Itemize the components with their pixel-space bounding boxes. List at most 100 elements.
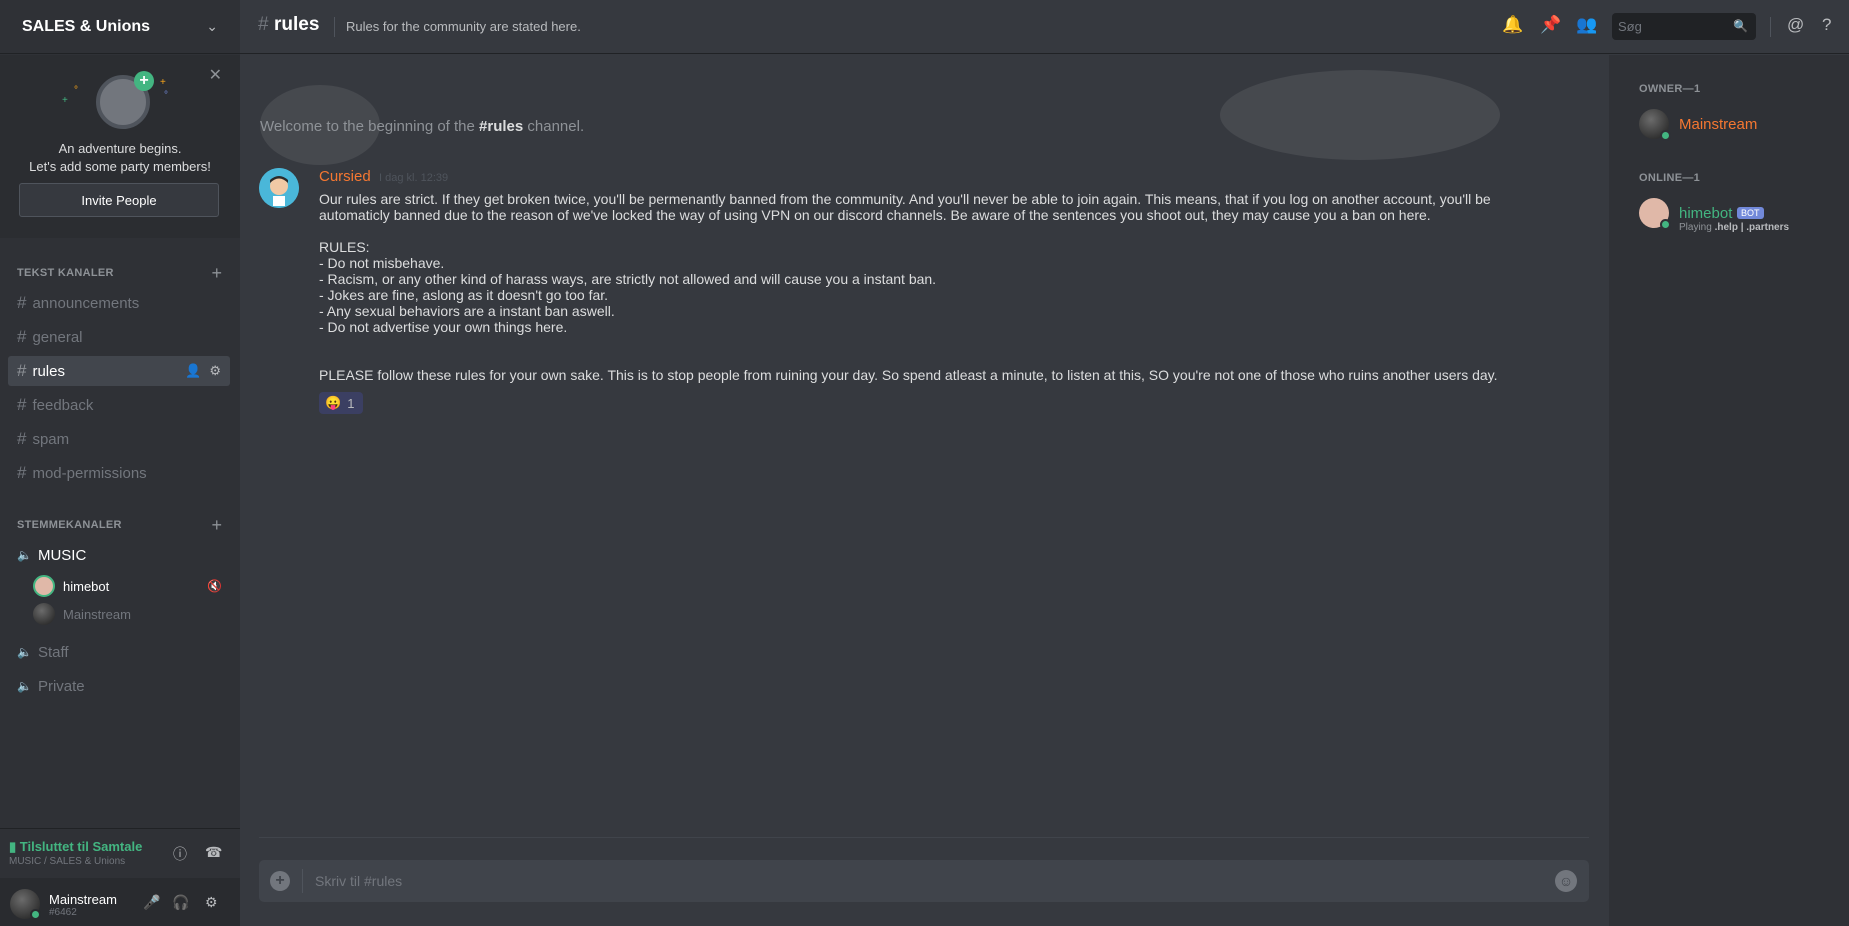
welcome-background-illustration [260, 70, 1500, 165]
channel-label: feedback [32, 396, 94, 414]
invite-text: An adventure begins. Let's add some part… [0, 140, 240, 176]
divider [259, 837, 1589, 838]
message-input[interactable]: Skriv til #rules [315, 860, 402, 902]
sparkle-icon: ° [74, 85, 78, 96]
voice-status-text: Tilsluttet til Samtale [19, 839, 143, 854]
channel-tools: 👤 ⚙ [185, 363, 221, 379]
voice-channel-label: Staff [37, 643, 69, 661]
welcome-channel: #rules [479, 118, 524, 135]
channel-feedback[interactable]: # feedback [8, 390, 230, 420]
speaker-icon: 🔈 [17, 645, 32, 659]
disconnect-icon[interactable]: ☎ [205, 844, 222, 861]
online-status-icon [1660, 130, 1671, 141]
welcome-suffix: channel. [523, 118, 585, 135]
voice-user-name: himebot [63, 578, 110, 594]
discord-app: SALES & Unions ⌄ ✕ + ° + ° + An adventur… [0, 0, 1849, 926]
invite-people-button[interactable]: Invite People [19, 183, 219, 217]
channel-label: announcements [32, 294, 140, 312]
microphone-icon[interactable]: 🎤 [143, 894, 160, 911]
voice-user-mainstream[interactable]: Mainstream [33, 601, 230, 627]
party-avatar-icon: + [96, 71, 154, 129]
channel-topic: Rules for the community are stated here. [346, 19, 581, 34]
divider [334, 17, 335, 37]
channel-announcements[interactable]: # announcements [8, 288, 230, 318]
hash-icon: # [17, 395, 27, 414]
channel-label: mod-permissions [32, 464, 147, 482]
member-himebot[interactable]: himebot BOT Playing .help | .partners [1639, 198, 1839, 234]
info-icon[interactable]: ⓘ [173, 844, 187, 864]
hash-icon: # [17, 293, 27, 312]
upload-plus-icon[interactable]: + [270, 871, 290, 891]
mute-icon: 🔇 [207, 579, 222, 593]
member-name: himebot [1679, 205, 1733, 222]
invite-panel: ✕ + ° + ° + An adventure begins. Let's a… [0, 55, 240, 238]
emoji-picker-icon[interactable]: ☺ [1555, 870, 1577, 892]
bot-badge: BOT [1737, 207, 1764, 219]
add-channel-icon[interactable]: + [211, 515, 222, 536]
channel-welcome: Welcome to the beginning of the #rules c… [260, 118, 584, 135]
hash-icon: # [17, 463, 27, 482]
welcome-prefix: Welcome to the beginning of the [260, 118, 480, 135]
search-placeholder: Søg [1618, 19, 1642, 34]
signal-icon: ▮ [9, 839, 20, 854]
close-icon[interactable]: ✕ [209, 65, 222, 85]
voice-connected-status[interactable]: ▮ Tilsluttet til Samtale [9, 839, 142, 855]
voice-channel-staff[interactable]: 🔈 Staff [8, 637, 230, 667]
gear-icon[interactable]: ⚙ [209, 363, 221, 379]
voice-channel-music[interactable]: 🔈 MUSIC [8, 540, 230, 570]
reaction[interactable]: 😛 1 [319, 392, 363, 414]
user-panel: Mainstream #6462 🎤 🎧 ⚙ [0, 878, 240, 926]
rule-item: - Jokes are fine, aslong as it doesn't g… [319, 287, 609, 303]
channel-spam[interactable]: # spam [8, 424, 230, 454]
channel-label: general [32, 328, 83, 346]
online-status-icon [30, 909, 41, 920]
activity-prefix: Playing [1679, 222, 1712, 233]
channel-label: rules [32, 362, 65, 380]
invite-line-2: Let's add some party members! [29, 159, 211, 174]
add-channel-icon[interactable]: + [211, 263, 222, 284]
tongue-emoji-icon: 😛 [325, 395, 342, 410]
channel-mod-permissions[interactable]: # mod-permissions [8, 458, 230, 488]
avatar[interactable] [259, 168, 299, 208]
member-name: Mainstream [1679, 116, 1758, 133]
username: Mainstream [49, 892, 117, 907]
headphones-icon[interactable]: 🎧 [172, 894, 189, 911]
text-channels-category[interactable]: TEKST KANALER [17, 267, 114, 279]
hash-icon: # [17, 429, 27, 448]
pin-icon[interactable]: 📌 [1540, 15, 1561, 35]
search-input[interactable]: Søg 🔍 [1612, 13, 1756, 40]
message-content: Our rules are strict. If they get broken… [319, 191, 1559, 383]
chevron-down-icon[interactable]: ⌄ [206, 18, 218, 35]
gear-icon[interactable]: ⚙ [205, 894, 218, 911]
voice-channel-private[interactable]: 🔈 Private [8, 671, 230, 701]
avatar [33, 603, 55, 625]
member-mainstream[interactable]: Mainstream [1639, 109, 1839, 145]
voice-channels-category[interactable]: STEMMEKANALER [17, 519, 122, 531]
cursied-avatar-image [259, 168, 299, 208]
channel-title: rules [274, 14, 320, 35]
server-header[interactable]: SALES & Unions ⌄ [0, 0, 240, 54]
hash-icon: # [17, 361, 27, 380]
sparkle-icon: + [160, 77, 166, 88]
avatar [33, 575, 55, 597]
online-role-header: ONLINE—1 [1639, 172, 1701, 184]
bell-icon[interactable]: 🔔 [1502, 15, 1523, 35]
rule-item: - Racism, or any other kind of harass wa… [319, 271, 937, 287]
sparkle-icon: ° [164, 90, 168, 101]
members-icon[interactable]: 👥 [1576, 15, 1597, 35]
message-composer: + Skriv til #rules ☺ [259, 860, 1589, 902]
invite-user-icon[interactable]: 👤 [185, 363, 201, 379]
channel-rules[interactable]: # rules 👤 ⚙ [8, 356, 230, 386]
speaker-icon: 🔈 [17, 679, 32, 693]
invite-line-1: An adventure begins. [58, 141, 182, 156]
voice-user-himebot[interactable]: himebot 🔇 [33, 573, 230, 599]
hash-icon: # [17, 327, 27, 346]
message-author[interactable]: Cursied [319, 168, 371, 185]
help-icon[interactable]: ? [1822, 15, 1831, 35]
server-name: SALES & Unions [22, 17, 151, 35]
owner-role-header: OWNER—1 [1639, 83, 1701, 95]
channel-general[interactable]: # general [8, 322, 230, 352]
rules-title: RULES: [319, 239, 370, 255]
mention-icon[interactable]: @ [1787, 15, 1804, 35]
voice-channel-label: MUSIC [37, 546, 87, 564]
